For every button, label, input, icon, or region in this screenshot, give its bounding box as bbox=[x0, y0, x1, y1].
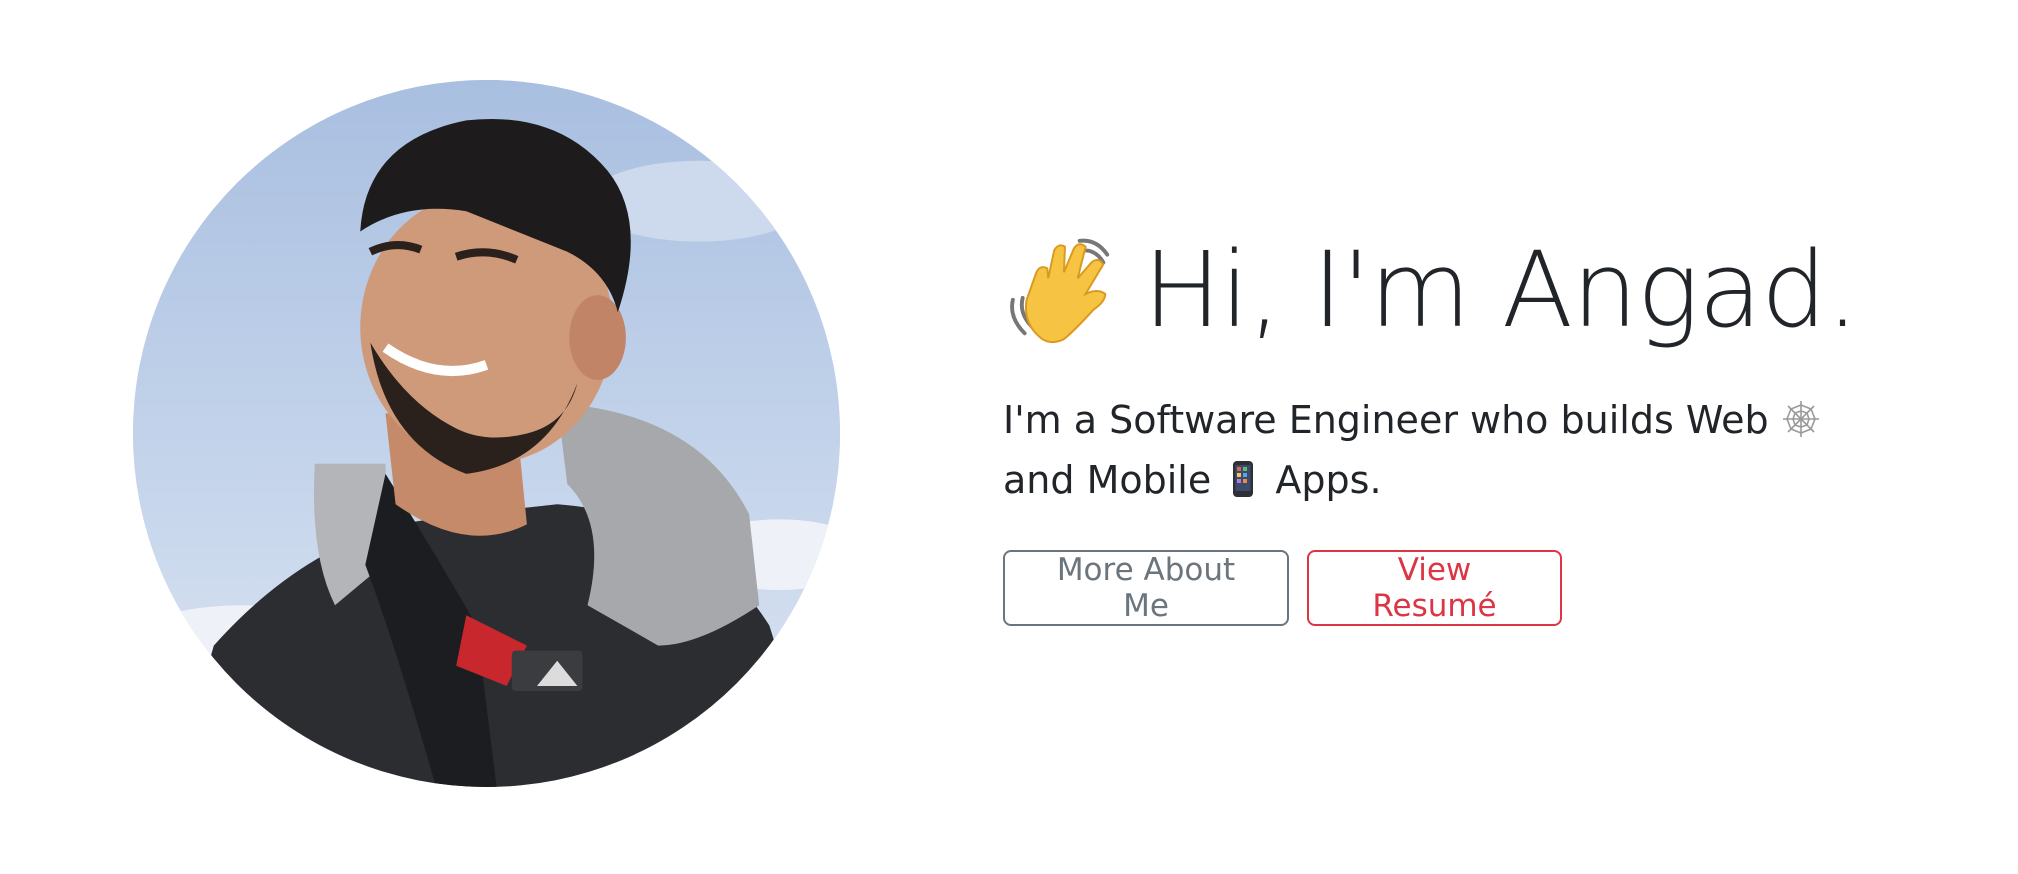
tagline-part-3: Apps. bbox=[1275, 458, 1382, 502]
profile-photo bbox=[133, 80, 840, 787]
intro-block: Hi, I'm Angad. I'm a Software Engineer w… bbox=[1003, 220, 1933, 626]
view-resume-button[interactable]: View Resumé bbox=[1307, 550, 1562, 626]
more-about-me-button[interactable]: More About Me bbox=[1003, 550, 1289, 626]
page-title: Hi, I'm Angad. bbox=[1003, 220, 1933, 360]
headline-text: Hi, I'm Angad. bbox=[1143, 229, 1859, 351]
profile-photo-illustration bbox=[133, 80, 840, 787]
waving-hand-icon bbox=[1003, 231, 1121, 349]
hero-actions: More About Me View Resumé bbox=[1003, 550, 1933, 626]
mobile-phone-icon bbox=[1223, 456, 1263, 497]
hero-section: Hi, I'm Angad. I'm a Software Engineer w… bbox=[0, 0, 2018, 874]
tagline: I'm a Software Engineer who builds Web a… bbox=[1003, 390, 1903, 510]
spider-web-icon bbox=[1781, 396, 1821, 437]
tagline-part-2: and Mobile bbox=[1003, 458, 1212, 502]
tagline-part-1: I'm a Software Engineer who builds Web bbox=[1003, 398, 1769, 442]
